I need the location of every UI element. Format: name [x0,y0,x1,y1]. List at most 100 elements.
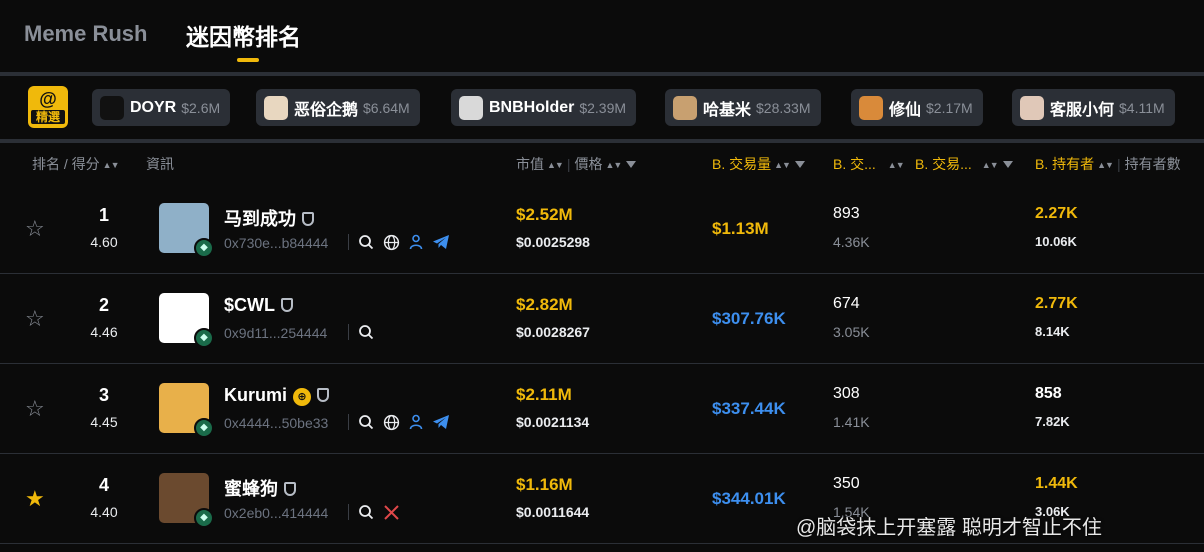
transactions-secondary: 1.41K [833,414,870,430]
token-name-text: 蜜蜂狗 [224,479,278,499]
telegram-icon[interactable] [432,413,450,431]
tab-meme-rush[interactable]: Meme Rush [24,21,147,47]
token-name[interactable]: 蜜蜂狗 [224,475,296,501]
featured-chip[interactable]: 哈基米 $28.33M [665,89,821,126]
chip-mcap: $2.17M [926,99,973,116]
featured-chip[interactable]: 恶俗企鹅 $6.64M [256,89,420,126]
contract-address[interactable]: 0x4444...50be33 [224,415,328,431]
chip-name: 恶俗企鹅 [294,101,359,119]
favorite-star-icon[interactable]: ☆ [25,218,45,240]
holders: 2.27K [1035,205,1078,222]
sort-icon[interactable]: ▲▼ [774,160,791,170]
col-volume[interactable]: B. 交易量 ▲▼ [712,154,805,174]
holders: 2.77K [1035,295,1078,312]
featured-chip[interactable]: 客服小何 $4.11M [1012,89,1175,126]
chip-name: 客服小何 [1050,101,1115,119]
filter-icon[interactable] [1002,161,1013,168]
col-mcap-price[interactable]: 市值 ▲▼ | 價格 ▲▼ [516,154,637,174]
tab-meme-ranking[interactable]: 迷因幣排名 [186,18,301,52]
col-traders[interactable]: B. 交易... ▲▼ [915,154,1013,174]
filter-icon[interactable] [794,161,805,168]
col-mcap-label: 市值 [516,156,544,172]
sort-icon[interactable]: ▲▼ [103,160,120,170]
table-row[interactable]: ☆ 2 4.46 ◆ $CWL 0x9d11...254444 $2.82M $0.00282… [0,274,1204,364]
chip-avatar [264,95,288,120]
score: 4.46 [90,324,118,340]
search-icon[interactable] [357,503,375,521]
market-cap: $2.82M [516,295,573,314]
top-tabs: Meme Rush 迷因幣排名 [0,0,1204,72]
chip-mcap: $28.33M [756,99,811,116]
globe-icon[interactable] [382,413,400,431]
chip-mcap: $6.64M [363,99,410,116]
holder-count: 7.82K [1035,414,1070,429]
divider [0,72,1204,76]
token-name[interactable]: $CWL [224,295,293,316]
sort-icon[interactable]: ▲▼ [888,160,905,170]
sort-icon[interactable]: ▲▼ [1097,160,1114,170]
x-icon[interactable] [382,503,400,521]
link-separator [348,324,349,340]
chip-avatar [673,95,697,120]
favorite-star-icon[interactable]: ☆ [25,398,45,420]
watermark: @脑袋抹上开塞露 聪明才智止不住 [796,517,1102,539]
token-name-text: 马到成功 [224,209,296,229]
chip-mcap: $2.39M [579,99,627,116]
holder-count: 8.14K [1035,324,1070,339]
featured-logo-label: 精選 [31,110,65,124]
featured-logo: @ 精選 [28,86,68,128]
globe-icon[interactable] [382,233,400,251]
table-row[interactable]: ☆ 3 4.45 ◆ Kurumi ⊕ 0x4444...50be33 $2.11M $0.00… [0,364,1204,454]
search-icon[interactable] [357,413,375,431]
featured-chip[interactable]: DOYR $2.6M [92,89,231,126]
contract-address[interactable]: 0x9d11...254444 [224,325,327,341]
score: 4.45 [90,414,118,430]
table-row[interactable]: ☆ 1 4.60 ◆ 马到成功 0x730e...b84444 $2.52M $0.00252… [0,184,1204,274]
featured-chip[interactable]: BNBHolder $2.39M [451,89,637,126]
chain-badge-icon: ◆ [194,238,214,258]
chip-avatar [459,95,483,120]
contract-address[interactable]: 0x2eb0...414444 [224,505,328,521]
featured-chip[interactable]: 修仙 $2.17M [851,89,983,126]
divider [0,139,1204,143]
col-price-label: 價格 [574,156,603,172]
sort-icon[interactable]: ▲▼ [605,160,622,170]
shield-icon [284,482,296,496]
holders: 1.44K [1035,475,1078,492]
token-name[interactable]: 马到成功 [224,205,314,231]
chain-badge-icon: ◆ [194,508,214,528]
score: 4.40 [90,504,118,520]
token-links [348,503,407,521]
col-rank-score-label: 排名 / 得分 [32,156,100,172]
contract-address[interactable]: 0x730e...b84444 [224,235,328,251]
link-separator [348,414,349,430]
link-separator [348,234,349,250]
transactions: 350 [833,475,860,492]
telegram-icon[interactable] [432,233,450,251]
chip-name: DOYR [130,98,177,116]
person-icon[interactable] [407,413,425,431]
search-icon[interactable] [357,323,375,341]
filter-icon[interactable] [626,161,637,168]
col-rank-score[interactable]: 排名 / 得分 ▲▼ [32,154,119,174]
chip-name: BNBHolder [489,98,575,116]
coin-icon: ⊕ [293,388,311,406]
col-tx[interactable]: B. 交... ▲▼ [833,154,905,174]
rank: 3 [98,385,109,405]
market-cap: $1.16M [516,475,573,494]
col-holders[interactable]: B. 持有者 ▲▼ | 持有者數 [1035,154,1181,174]
token-name[interactable]: Kurumi ⊕ [224,385,329,406]
featured-strip: @ 精選 DOYR $2.6M 恶俗企鹅 $6.64M BNBHolder $2.39M 哈… [0,78,1204,138]
shield-icon [317,388,329,402]
price: $0.0021134 [516,414,590,430]
sort-icon[interactable]: ▲▼ [982,160,999,170]
favorite-star-icon[interactable]: ☆ [25,308,45,330]
chip-avatar [1020,95,1044,120]
search-icon[interactable] [357,233,375,251]
chain-badge-icon: ◆ [194,328,214,348]
chip-avatar [100,95,124,120]
sort-icon[interactable]: ▲▼ [547,160,564,170]
person-icon[interactable] [407,233,425,251]
favorite-star-icon[interactable]: ★ [25,488,45,510]
volume: $307.76K [712,309,786,328]
